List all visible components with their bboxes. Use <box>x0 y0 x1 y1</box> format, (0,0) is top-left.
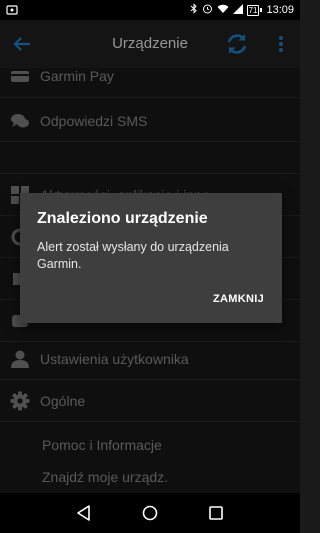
nav-home-icon[interactable] <box>140 503 160 523</box>
clock: 13:09 <box>266 4 294 16</box>
nav-back-icon[interactable] <box>74 503 94 523</box>
device-found-dialog: Znaleziono urządzenie Alert został wysła… <box>20 193 282 323</box>
signal-icon <box>232 3 243 17</box>
close-button[interactable]: ZAMKNIJ <box>213 293 264 305</box>
alarm-icon <box>202 3 213 17</box>
nav-recents-icon[interactable] <box>206 503 226 523</box>
system-nav-bar <box>0 493 300 533</box>
wifi-icon <box>217 4 229 17</box>
dialog-message: Alert został wysłany do urządzenia Garmi… <box>37 240 229 271</box>
bluetooth-icon <box>190 3 198 17</box>
battery-level: 71 <box>246 4 260 16</box>
notification-icon <box>6 3 18 21</box>
battery-icon: 71 <box>246 4 263 16</box>
dialog-title: Znaleziono urządzenie <box>37 210 208 227</box>
status-bar: 71 13:09 <box>0 0 300 20</box>
